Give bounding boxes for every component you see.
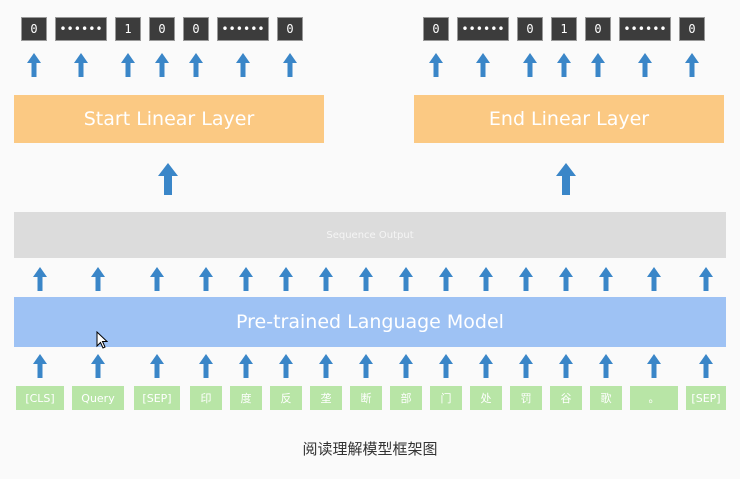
- arrow-up-icon: [359, 267, 373, 291]
- arrow-up-icon: [591, 53, 605, 77]
- arrow-up-icon: [33, 354, 47, 378]
- arrow-up-icon: [479, 267, 493, 291]
- arrow-up-icon: [599, 354, 613, 378]
- arrow-up-icon: [439, 354, 453, 378]
- arrow-up-icon: [638, 53, 652, 77]
- arrow-up-icon: [559, 354, 573, 378]
- arrow-up-icon: [519, 267, 533, 291]
- arrow-up-icon: [479, 354, 493, 378]
- arrow-up-icon: [27, 53, 41, 77]
- arrow-up-icon: [319, 354, 333, 378]
- arrow-up-icon: [599, 267, 613, 291]
- arrow-up-icon: [121, 53, 135, 77]
- arrow-up-icon: [155, 53, 169, 77]
- arrow-up-icon: [476, 53, 490, 77]
- arrow-up-icon: [556, 163, 576, 195]
- arrow-up-icon: [399, 267, 413, 291]
- arrow-up-icon: [283, 53, 297, 77]
- arrow-up-icon: [399, 354, 413, 378]
- arrow-up-icon: [359, 354, 373, 378]
- arrow-up-icon: [439, 267, 453, 291]
- arrow-up-icon: [559, 267, 573, 291]
- arrow-up-icon: [199, 267, 213, 291]
- arrow-up-icon: [647, 354, 661, 378]
- arrow-up-icon: [239, 267, 253, 291]
- arrow-up-icon: [429, 53, 443, 77]
- diagram-caption: 阅读理解模型框架图: [302, 440, 438, 458]
- arrow-up-icon: [239, 354, 253, 378]
- arrow-up-icon: [74, 53, 88, 77]
- arrow-up-icon: [523, 53, 537, 77]
- arrow-up-icon: [150, 354, 164, 378]
- arrow-up-icon: [519, 354, 533, 378]
- arrow-up-icon: [91, 267, 105, 291]
- arrow-up-icon: [557, 53, 571, 77]
- arrow-up-icon: [647, 267, 661, 291]
- arrow-up-icon: [189, 53, 203, 77]
- arrow-up-icon: [699, 267, 713, 291]
- arrow-up-icon: [158, 163, 178, 195]
- arrow-up-icon: [699, 354, 713, 378]
- arrow-up-icon: [279, 267, 293, 291]
- arrows-layer: [27, 53, 713, 378]
- arrow-up-icon: [685, 53, 699, 77]
- arrow-up-icon: [91, 354, 105, 378]
- arrow-up-icon: [319, 267, 333, 291]
- mouse-cursor-icon: [96, 331, 108, 349]
- arrow-up-icon: [279, 354, 293, 378]
- arrow-up-icon: [236, 53, 250, 77]
- arrow-up-icon: [33, 267, 47, 291]
- arrow-up-icon: [150, 267, 164, 291]
- arrow-up-icon: [199, 354, 213, 378]
